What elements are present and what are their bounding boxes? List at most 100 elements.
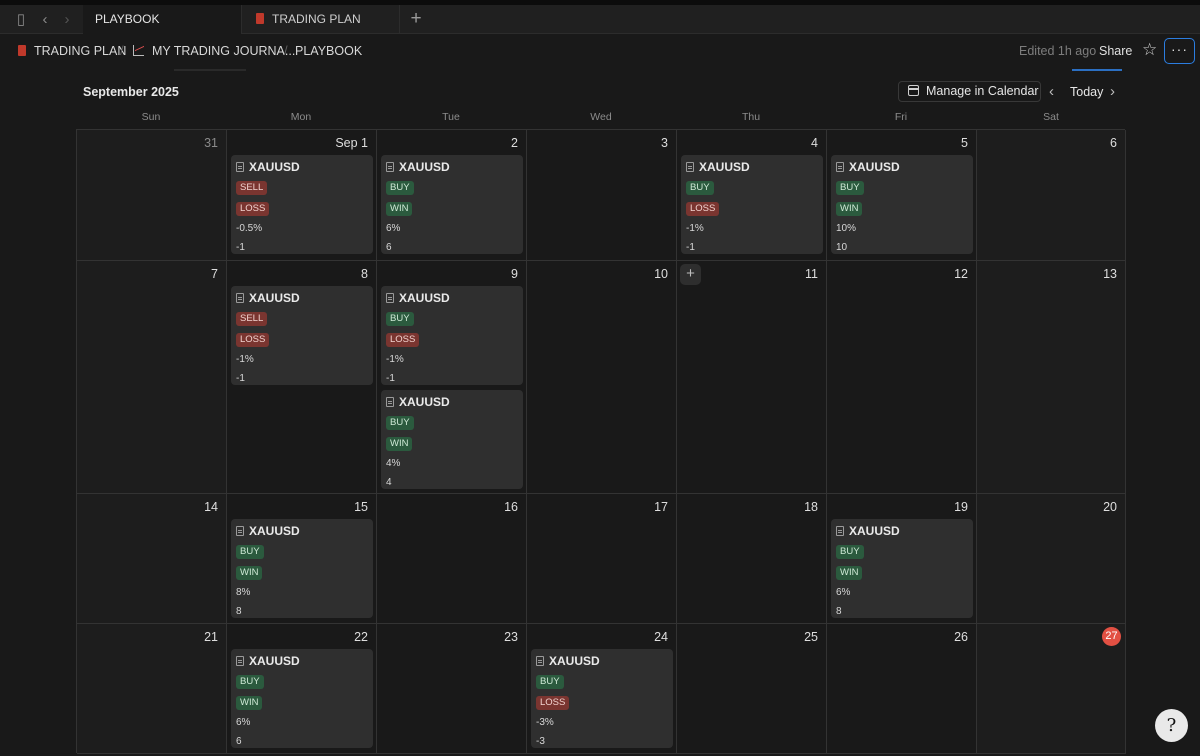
weekday-header: Wed <box>590 111 612 123</box>
side-tag: SELL <box>236 312 268 326</box>
day-number: 15 <box>354 500 368 514</box>
today-button[interactable]: Today <box>1070 85 1103 99</box>
previous-month-icon[interactable]: ‹ <box>1049 83 1054 100</box>
calendar-day-cell[interactable]: 7 <box>77 261 227 494</box>
calendar-day-cell[interactable]: 11 + <box>677 261 827 494</box>
calendar-day-cell[interactable]: 8 XAUUSD SELL LOSS -1% -1 <box>227 261 377 494</box>
add-entry-icon[interactable]: + <box>680 264 701 285</box>
share-button[interactable]: Share <box>1099 44 1132 58</box>
calendar-day-cell[interactable]: 12 <box>827 261 977 494</box>
breadcrumb-label: PLAYBOOK <box>295 44 363 58</box>
calendar-day-cell[interactable]: 10 <box>527 261 677 494</box>
trade-card[interactable]: XAUUSD BUY WIN 10% 10 <box>831 155 973 254</box>
calendar-day-cell[interactable]: 15 XAUUSD BUY WIN 8% 8 <box>227 494 377 624</box>
star-icon[interactable]: ☆ <box>1142 40 1157 60</box>
calendar-day-cell[interactable]: 27 <box>977 624 1126 754</box>
calendar-day-cell[interactable]: 6 <box>977 130 1126 261</box>
calendar-day-cell[interactable]: 31 <box>77 130 227 261</box>
calendar-icon <box>908 85 919 96</box>
calendar-day-cell[interactable]: 18 <box>677 494 827 624</box>
trade-card[interactable]: XAUUSD BUY LOSS -1% -1 <box>381 286 523 385</box>
r-multiple-value: 8 <box>236 606 242 617</box>
today-date-badge: 27 <box>1102 627 1121 646</box>
sidebar-toggle-icon[interactable]: ▯ <box>11 11 31 29</box>
calendar-day-cell[interactable]: 19 XAUUSD BUY WIN 6% 8 <box>827 494 977 624</box>
calendar-day-cell[interactable]: 2 XAUUSD BUY WIN 6% 6 <box>377 130 527 261</box>
trade-card[interactable]: XAUUSD BUY WIN 8% 8 <box>231 519 373 618</box>
tab-strip: ▯ ‹ › PLAYBOOK TRADING PLAN + <box>0 0 1200 34</box>
calendar-day-cell[interactable]: Sep 1 XAUUSD SELL LOSS -0.5% -1 <box>227 130 377 261</box>
breadcrumb-journal[interactable]: MY TRADING JOURNA... <box>133 44 295 58</box>
breadcrumb-playbook[interactable]: PLAYBOOK <box>295 44 362 58</box>
new-tab-icon[interactable]: + <box>405 9 427 31</box>
result-tag: WIN <box>836 202 863 216</box>
side-tag: BUY <box>386 312 414 326</box>
tab-trading-plan[interactable]: TRADING PLAN <box>242 5 400 34</box>
document-icon <box>236 293 244 303</box>
trade-title: XAUUSD <box>386 290 518 308</box>
trade-card[interactable]: XAUUSD BUY WIN 4% 4 <box>381 390 523 489</box>
forward-arrow-icon[interactable]: › <box>57 11 77 29</box>
breadcrumb-trading-plan[interactable]: TRADING PLAN <box>18 44 126 58</box>
percent-value: 4% <box>386 458 401 469</box>
percent-value: 6% <box>836 587 851 598</box>
calendar-day-cell[interactable]: 16 <box>377 494 527 624</box>
percent-value: 6% <box>236 717 251 728</box>
manage-in-calendar-button[interactable]: Manage in Calendar <box>898 81 1041 102</box>
help-button[interactable]: ? <box>1155 709 1188 742</box>
trade-card[interactable]: XAUUSD SELL LOSS -1% -1 <box>231 286 373 385</box>
calendar-day-cell[interactable]: 14 <box>77 494 227 624</box>
trade-symbol: XAUUSD <box>849 160 900 174</box>
r-multiple-value: -1 <box>386 373 395 384</box>
percent-value: 6% <box>386 223 401 234</box>
trade-title: XAUUSD <box>836 523 968 541</box>
calendar-day-cell[interactable]: 5 XAUUSD BUY WIN 10% 10 <box>827 130 977 261</box>
side-tag: BUY <box>236 675 264 689</box>
calendar-day-cell[interactable]: 20 <box>977 494 1126 624</box>
day-number: 3 <box>661 136 668 150</box>
r-multiple-value: 6 <box>386 242 392 253</box>
trade-symbol: XAUUSD <box>249 291 300 305</box>
trade-card[interactable]: XAUUSD BUY LOSS -1% -1 <box>681 155 823 254</box>
day-number: 2 <box>511 136 518 150</box>
back-arrow-icon[interactable]: ‹ <box>35 11 55 29</box>
more-options-button[interactable]: ··· <box>1164 38 1195 64</box>
trade-symbol: XAUUSD <box>249 160 300 174</box>
trade-card[interactable]: XAUUSD BUY WIN 6% 8 <box>831 519 973 618</box>
next-month-icon[interactable]: › <box>1110 83 1115 100</box>
trade-title: XAUUSD <box>836 159 968 177</box>
tab-label: PLAYBOOK <box>95 12 160 26</box>
calendar-day-cell[interactable]: 22 XAUUSD BUY WIN 6% 6 <box>227 624 377 754</box>
calendar-day-cell[interactable]: 23 <box>377 624 527 754</box>
divider <box>174 69 246 71</box>
calendar-day-cell[interactable]: 25 <box>677 624 827 754</box>
calendar-day-cell[interactable]: 4 XAUUSD BUY LOSS -1% -1 <box>677 130 827 261</box>
trade-card[interactable]: XAUUSD BUY WIN 6% 6 <box>381 155 523 254</box>
day-number: 17 <box>654 500 668 514</box>
document-icon <box>686 162 694 172</box>
calendar-day-cell[interactable]: 17 <box>527 494 677 624</box>
trade-card[interactable]: XAUUSD BUY LOSS -3% -3 <box>531 649 673 748</box>
calendar-day-cell[interactable]: 24 XAUUSD BUY LOSS -3% -3 <box>527 624 677 754</box>
calendar-day-cell[interactable]: 3 <box>527 130 677 261</box>
trade-card[interactable]: XAUUSD SELL LOSS -0.5% -1 <box>231 155 373 254</box>
calendar-day-cell[interactable]: 21 <box>77 624 227 754</box>
trade-title: XAUUSD <box>236 159 368 177</box>
trade-title: XAUUSD <box>236 290 368 308</box>
document-icon <box>236 162 244 172</box>
r-multiple-value: 8 <box>836 606 842 617</box>
weekday-header: Thu <box>741 111 761 123</box>
day-number: 7 <box>211 267 218 281</box>
breadcrumb-label: TRADING PLAN <box>34 44 127 58</box>
calendar-day-cell[interactable]: 13 <box>977 261 1126 494</box>
calendar-day-cell[interactable]: 9 XAUUSD BUY LOSS -1% -1 XAUUSD BUY WIN 4% 4 <box>377 261 527 494</box>
trade-title: XAUUSD <box>236 523 368 541</box>
weekday-header: Sat <box>1043 111 1059 123</box>
result-tag: WIN <box>236 566 263 580</box>
day-number: 18 <box>804 500 818 514</box>
trade-card[interactable]: XAUUSD BUY WIN 6% 6 <box>231 649 373 748</box>
calendar-day-cell[interactable]: 26 <box>827 624 977 754</box>
tab-playbook[interactable]: PLAYBOOK <box>83 5 242 34</box>
manage-label: Manage in Calendar <box>926 84 1039 98</box>
document-icon <box>386 293 394 303</box>
